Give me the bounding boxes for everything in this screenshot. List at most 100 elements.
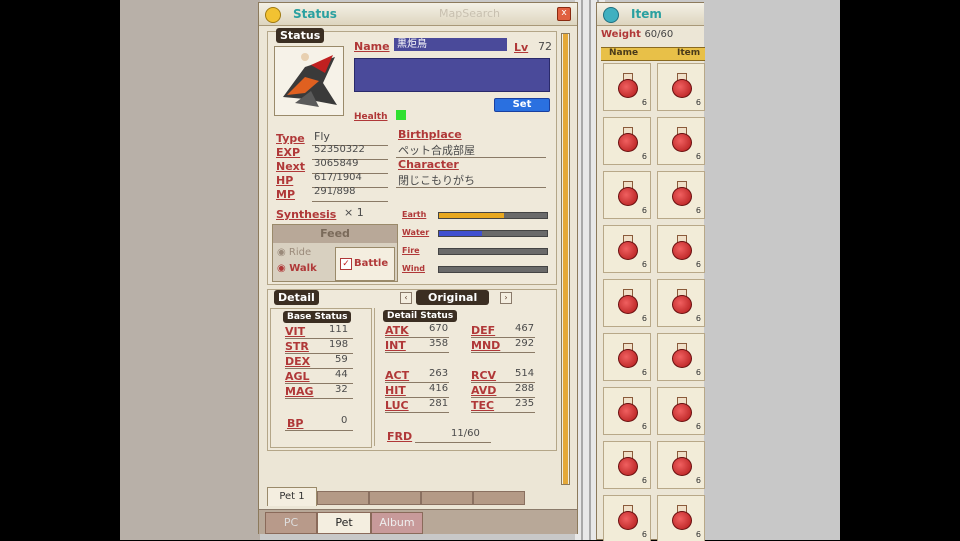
hit-label: HIT [385, 384, 406, 397]
feed-button[interactable]: Feed [273, 225, 397, 243]
hp-value: 617/1904 [314, 172, 362, 183]
item-count: 6 [641, 98, 647, 107]
element-wind-bar [438, 266, 548, 273]
detail-panel: Detail ‹ Original › Base Status VIT 111 … [267, 289, 557, 451]
status-tag: Status [276, 28, 325, 43]
element-earth-label: Earth [402, 210, 427, 219]
item-count: 6 [695, 314, 701, 323]
battle-checkbox[interactable]: ✓ Battle [335, 247, 395, 281]
item-count: 6 [695, 530, 701, 539]
mp-label: MP [276, 188, 296, 201]
tab-album[interactable]: Album [371, 512, 423, 534]
item-titlebar[interactable]: Item [597, 3, 704, 26]
inventory-slot[interactable]: 6 [603, 225, 651, 273]
set-button[interactable]: Set [494, 98, 550, 112]
red-potion-icon [617, 181, 638, 206]
item-count: 6 [695, 98, 701, 107]
col-name: Name [609, 48, 639, 58]
exp-value: 52350322 [314, 144, 365, 155]
character-value: 閉じこもりがち [398, 174, 475, 187]
luc-value: 281 [429, 398, 449, 409]
ride-option[interactable]: ◉ Ride [277, 247, 311, 258]
item-title-icon [603, 7, 619, 23]
red-potion-icon [617, 451, 638, 476]
mp-value: 291/898 [314, 186, 356, 197]
pet-subtab-4[interactable] [421, 491, 473, 505]
next-label: Next [276, 160, 306, 173]
name-field: 黒炬鳥 [394, 38, 507, 51]
original-next-button[interactable]: › [500, 292, 512, 304]
inventory-slot[interactable]: 6 [603, 387, 651, 435]
inventory-slot[interactable]: 6 [603, 117, 651, 165]
weight-label: Weight 60/60 [601, 29, 674, 40]
birthplace-label: Birthplace [398, 128, 462, 141]
lv-value: 72 [538, 40, 552, 53]
original-tag: Original [416, 290, 490, 305]
inventory-slot[interactable]: 6 [657, 441, 705, 489]
inventory-slot[interactable]: 6 [603, 171, 651, 219]
def-label: DEF [471, 324, 496, 337]
health-label: Health [354, 112, 388, 122]
pet-subtab-3[interactable] [369, 491, 421, 505]
comment-box[interactable] [354, 58, 550, 92]
detail-status-box: Detail Status ATK 670 DEF 467 INT 358 MN… [374, 308, 553, 446]
red-potion-icon [617, 289, 638, 314]
element-bars: Earth Water Fire Wind [402, 208, 552, 278]
health-indicator [396, 110, 406, 120]
item-count: 6 [641, 206, 647, 215]
pet-subtab-2[interactable] [317, 491, 369, 505]
detail-tag[interactable]: Detail [274, 290, 319, 305]
element-water-bar [438, 230, 548, 237]
item-title: Item [631, 7, 662, 21]
item-count: 6 [641, 476, 647, 485]
inventory-slot[interactable]: 6 [603, 441, 651, 489]
inventory-slot[interactable]: 6 [603, 63, 651, 111]
pet-subtab-1[interactable]: Pet 1 [267, 487, 317, 506]
walk-option[interactable]: ◉ Walk [277, 263, 317, 274]
inventory-slot[interactable]: 6 [603, 279, 651, 327]
item-count: 6 [641, 152, 647, 161]
element-earth-bar [438, 212, 548, 219]
element-earth-fill [439, 213, 504, 218]
tec-label: TEC [471, 399, 495, 412]
tab-pet[interactable]: Pet [317, 512, 371, 534]
status-close-button[interactable]: x [557, 7, 571, 21]
agl-label: AGL [285, 370, 310, 383]
inventory-slot[interactable]: 6 [603, 333, 651, 381]
bp-label: BP [287, 417, 304, 430]
inventory-slot[interactable]: 6 [657, 279, 705, 327]
synthesis-value: × 1 [344, 206, 364, 219]
tab-pc[interactable]: PC [265, 512, 317, 534]
inventory-slot[interactable]: 6 [657, 117, 705, 165]
item-count: 6 [695, 260, 701, 269]
item-header: Name Item [601, 47, 705, 61]
act-label: ACT [385, 369, 410, 382]
original-prev-button[interactable]: ‹ [400, 292, 412, 304]
tec-value: 235 [515, 398, 535, 409]
pet-subtab-5[interactable] [473, 491, 525, 505]
red-potion-icon [617, 73, 638, 98]
status-title: Status [293, 7, 337, 21]
str-label: STR [285, 340, 309, 353]
inventory-slot[interactable]: 6 [657, 333, 705, 381]
inventory-slot[interactable]: 6 [657, 495, 705, 541]
rcv-value: 514 [515, 368, 535, 379]
mag-label: MAG [285, 385, 314, 398]
frd-label: FRD [387, 430, 413, 443]
status-titlebar[interactable]: Status MapSearch x [259, 3, 577, 26]
red-potion-icon [671, 73, 692, 98]
status-title-icon [265, 7, 281, 23]
inventory-slot[interactable]: 6 [657, 63, 705, 111]
inventory-slot[interactable]: 6 [657, 171, 705, 219]
mnd-value: 292 [515, 338, 535, 349]
col-item: Item [677, 48, 701, 58]
inventory-slot[interactable]: 6 [657, 387, 705, 435]
type-value: Fly [314, 130, 330, 143]
status-scrollbar[interactable] [561, 33, 570, 485]
red-potion-icon [671, 235, 692, 260]
status-scroll-thumb[interactable] [563, 34, 568, 484]
inventory-slot[interactable]: 6 [657, 225, 705, 273]
inventory-slot[interactable]: 6 [603, 495, 651, 541]
red-potion-icon [671, 451, 692, 476]
item-count: 6 [695, 152, 701, 161]
